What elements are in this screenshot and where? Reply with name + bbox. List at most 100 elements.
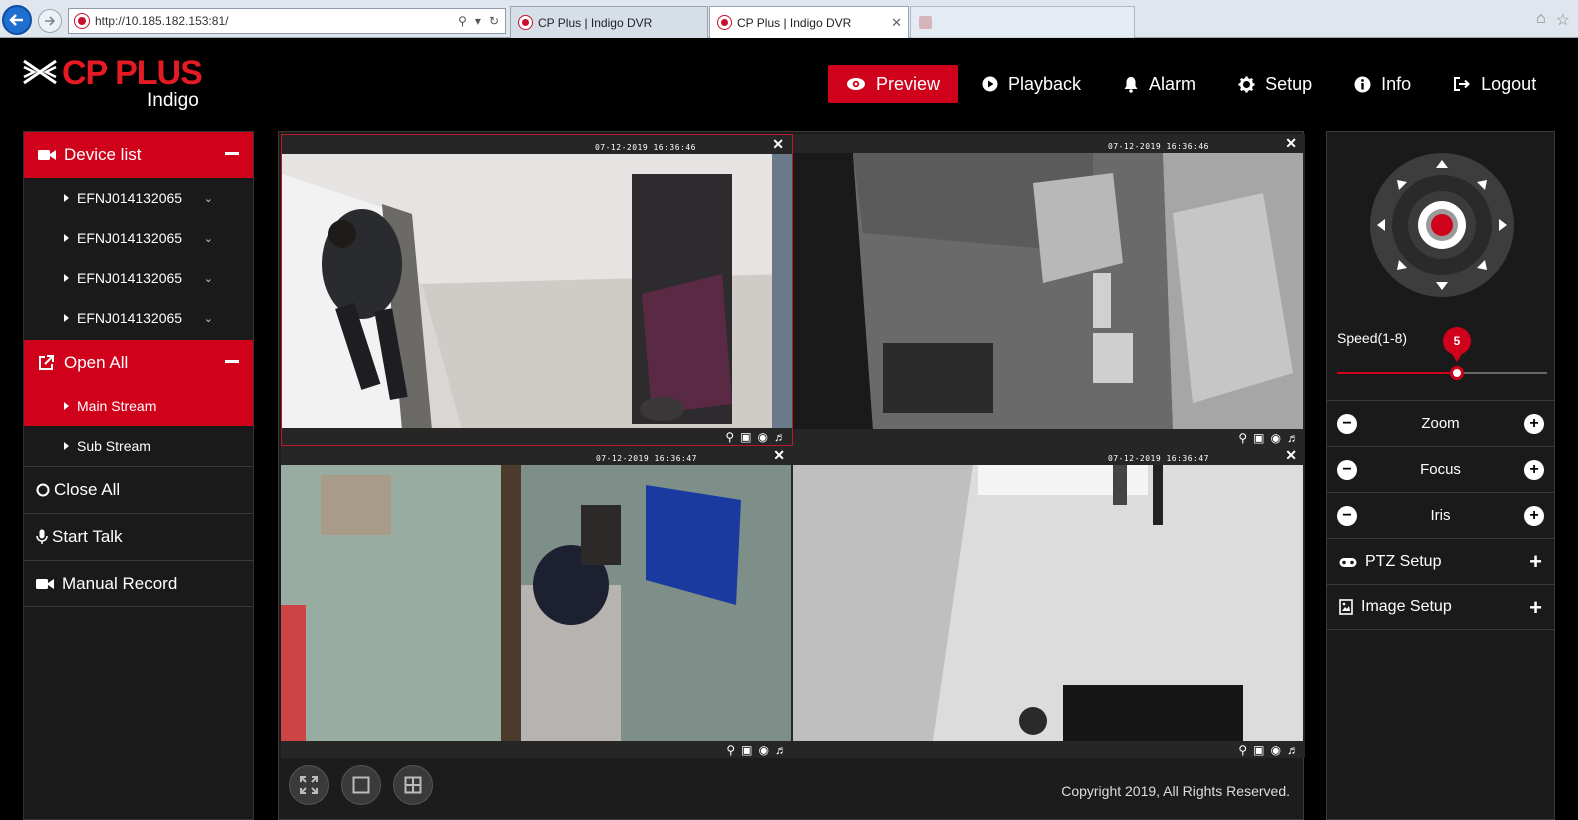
snapshot-icon[interactable]: ◉ xyxy=(759,743,769,757)
caret-right-icon xyxy=(64,402,69,410)
start-talk-button[interactable]: Start Talk xyxy=(24,513,253,560)
nav-label: Alarm xyxy=(1149,73,1197,94)
speed-slider-knob[interactable] xyxy=(1450,366,1464,380)
collapse-icon[interactable] xyxy=(225,360,239,363)
chevron-down-icon[interactable]: ⌄ xyxy=(204,232,213,245)
dropdown-icon[interactable]: ▾ xyxy=(475,14,481,28)
image-setup-row[interactable]: Image Setup + xyxy=(1327,584,1554,630)
address-url[interactable]: http://10.185.182.153:81/ xyxy=(95,14,458,28)
favorites-icon[interactable]: ☆ xyxy=(1556,10,1570,30)
close-icon[interactable]: ✕ xyxy=(773,447,785,464)
snapshot-icon[interactable]: ◉ xyxy=(758,430,768,444)
audio-icon[interactable]: ♬ xyxy=(1287,743,1299,757)
back-button[interactable] xyxy=(2,5,32,35)
open-all-header[interactable]: Open All xyxy=(24,340,253,386)
iris-minus-button[interactable]: − xyxy=(1337,505,1357,526)
zoom-icon[interactable]: ⚲ xyxy=(726,743,735,757)
focus-minus-button[interactable]: − xyxy=(1337,459,1357,480)
search-icon[interactable]: ⚲ xyxy=(458,14,467,28)
snapshot-icon[interactable]: ◉ xyxy=(1271,743,1281,757)
nav-label: Info xyxy=(1381,73,1412,94)
iris-plus-button[interactable]: + xyxy=(1524,505,1544,526)
device-list-header[interactable]: Device list xyxy=(24,132,253,178)
close-all-label: Close All xyxy=(54,480,121,499)
zoom-icon[interactable]: ⚲ xyxy=(1238,743,1247,757)
fullscreen-button[interactable] xyxy=(289,765,329,805)
open-all-label: Open All xyxy=(64,353,129,372)
caret-right-icon xyxy=(64,234,69,242)
ptz-direction-pad[interactable] xyxy=(1369,152,1515,298)
gear-icon xyxy=(1238,76,1255,92)
iris-control: − Iris + xyxy=(1327,492,1554,538)
single-square-icon xyxy=(352,776,370,794)
zoom-icon[interactable]: ⚲ xyxy=(725,430,734,444)
sub-stream-item[interactable]: Sub Stream xyxy=(24,426,253,466)
camera-feed-3[interactable] xyxy=(281,465,793,741)
close-tab-icon[interactable]: ✕ xyxy=(891,15,902,31)
record-icon[interactable]: ▣ xyxy=(740,430,751,444)
device-item[interactable]: EFNJ014132065 ⌄ xyxy=(24,178,253,218)
close-icon[interactable]: ✕ xyxy=(1285,135,1297,152)
speed-value-bubble: 5 xyxy=(1443,327,1471,362)
video-camera-icon xyxy=(38,149,56,161)
collapse-icon[interactable] xyxy=(225,152,239,155)
video-tile-1[interactable]: ✕ 07-12-2019 16:36:46 ⚲ ▣ ◉ ♬ xyxy=(281,134,793,446)
device-label: EFNJ014132065 xyxy=(77,190,183,206)
image-file-icon xyxy=(1339,599,1353,615)
ptz-setup-row[interactable]: PTZ Setup + xyxy=(1327,538,1554,584)
audio-icon[interactable]: ♬ xyxy=(774,430,786,444)
browser-tab-loading[interactable] xyxy=(910,6,1135,38)
zoom-icon[interactable]: ⚲ xyxy=(1238,431,1247,445)
device-item[interactable]: EFNJ014132065 ⌄ xyxy=(24,258,253,298)
record-icon[interactable]: ▣ xyxy=(1253,743,1264,757)
snapshot-icon[interactable]: ◉ xyxy=(1271,431,1281,445)
nav-playback[interactable]: Playback xyxy=(982,65,1081,103)
nav-logout[interactable]: Logout xyxy=(1453,65,1536,103)
zoom-in-button[interactable]: + xyxy=(1524,413,1544,434)
focus-plus-button[interactable]: + xyxy=(1523,459,1544,480)
forward-button[interactable] xyxy=(38,9,62,33)
home-icon[interactable]: ⌂ xyxy=(1536,10,1546,30)
logo-mark-icon xyxy=(23,59,57,85)
close-all-button[interactable]: Close All xyxy=(24,466,253,513)
browser-tab-active[interactable]: CP Plus | Indigo DVR ✕ xyxy=(709,6,909,38)
camera-feed-2[interactable] xyxy=(793,153,1305,429)
nav-info[interactable]: Info xyxy=(1354,65,1411,103)
nav-setup[interactable]: Setup xyxy=(1238,65,1312,103)
record-icon[interactable]: ▣ xyxy=(1253,431,1264,445)
camera-image xyxy=(793,153,1303,429)
video-tile-2[interactable]: ✕ 07-12-2019 16:36:46 ⚲ ▣ ◉ ♬ xyxy=(793,134,1305,446)
external-link-icon xyxy=(38,355,56,371)
chevron-down-icon[interactable]: ⌄ xyxy=(204,272,213,285)
address-bar[interactable]: http://10.185.182.153:81/ ⚲ ▾ ↻ xyxy=(68,8,506,34)
main-stream-item[interactable]: Main Stream xyxy=(24,386,253,426)
camera-feed-4[interactable] xyxy=(793,465,1305,741)
audio-icon[interactable]: ♬ xyxy=(775,743,787,757)
video-tile-4[interactable]: ✕ 07-12-2019 16:36:47 ⚲ ▣ ◉ ♬ xyxy=(793,446,1305,758)
zoom-label: Zoom xyxy=(1421,415,1460,432)
quad-view-button[interactable] xyxy=(393,765,433,805)
single-view-button[interactable] xyxy=(341,765,381,805)
zoom-control: − Zoom + xyxy=(1327,400,1554,446)
device-item[interactable]: EFNJ014132065 ⌄ xyxy=(24,298,253,338)
video-tile-3[interactable]: ✕ 07-12-2019 16:36:47 ⚲ ▣ ◉ ♬ xyxy=(281,446,793,758)
nav-preview[interactable]: Preview xyxy=(828,65,958,103)
manual-record-button[interactable]: Manual Record xyxy=(24,560,253,607)
close-icon[interactable]: ✕ xyxy=(1285,447,1297,464)
chevron-down-icon[interactable]: ⌄ xyxy=(204,312,213,325)
camera-feed-1[interactable] xyxy=(282,154,792,430)
audio-icon[interactable]: ♬ xyxy=(1287,431,1299,445)
expand-plus-icon[interactable]: + xyxy=(1529,549,1542,575)
device-item[interactable]: EFNJ014132065 ⌄ xyxy=(24,218,253,258)
record-icon[interactable]: ▣ xyxy=(741,743,752,757)
speed-slider[interactable]: 5 xyxy=(1337,327,1547,380)
grid-four-icon xyxy=(404,776,422,794)
nav-alarm[interactable]: Alarm xyxy=(1123,65,1196,103)
zoom-out-button[interactable]: − xyxy=(1337,413,1357,434)
expand-plus-icon[interactable]: + xyxy=(1529,595,1542,621)
browser-tab[interactable]: CP Plus | Indigo DVR xyxy=(510,6,708,38)
refresh-icon[interactable]: ↻ xyxy=(489,14,499,28)
app-header: CP PLUS Indigo Preview Playback Alarm Se… xyxy=(0,38,1578,128)
close-icon[interactable]: ✕ xyxy=(772,136,784,153)
chevron-down-icon[interactable]: ⌄ xyxy=(204,192,213,205)
